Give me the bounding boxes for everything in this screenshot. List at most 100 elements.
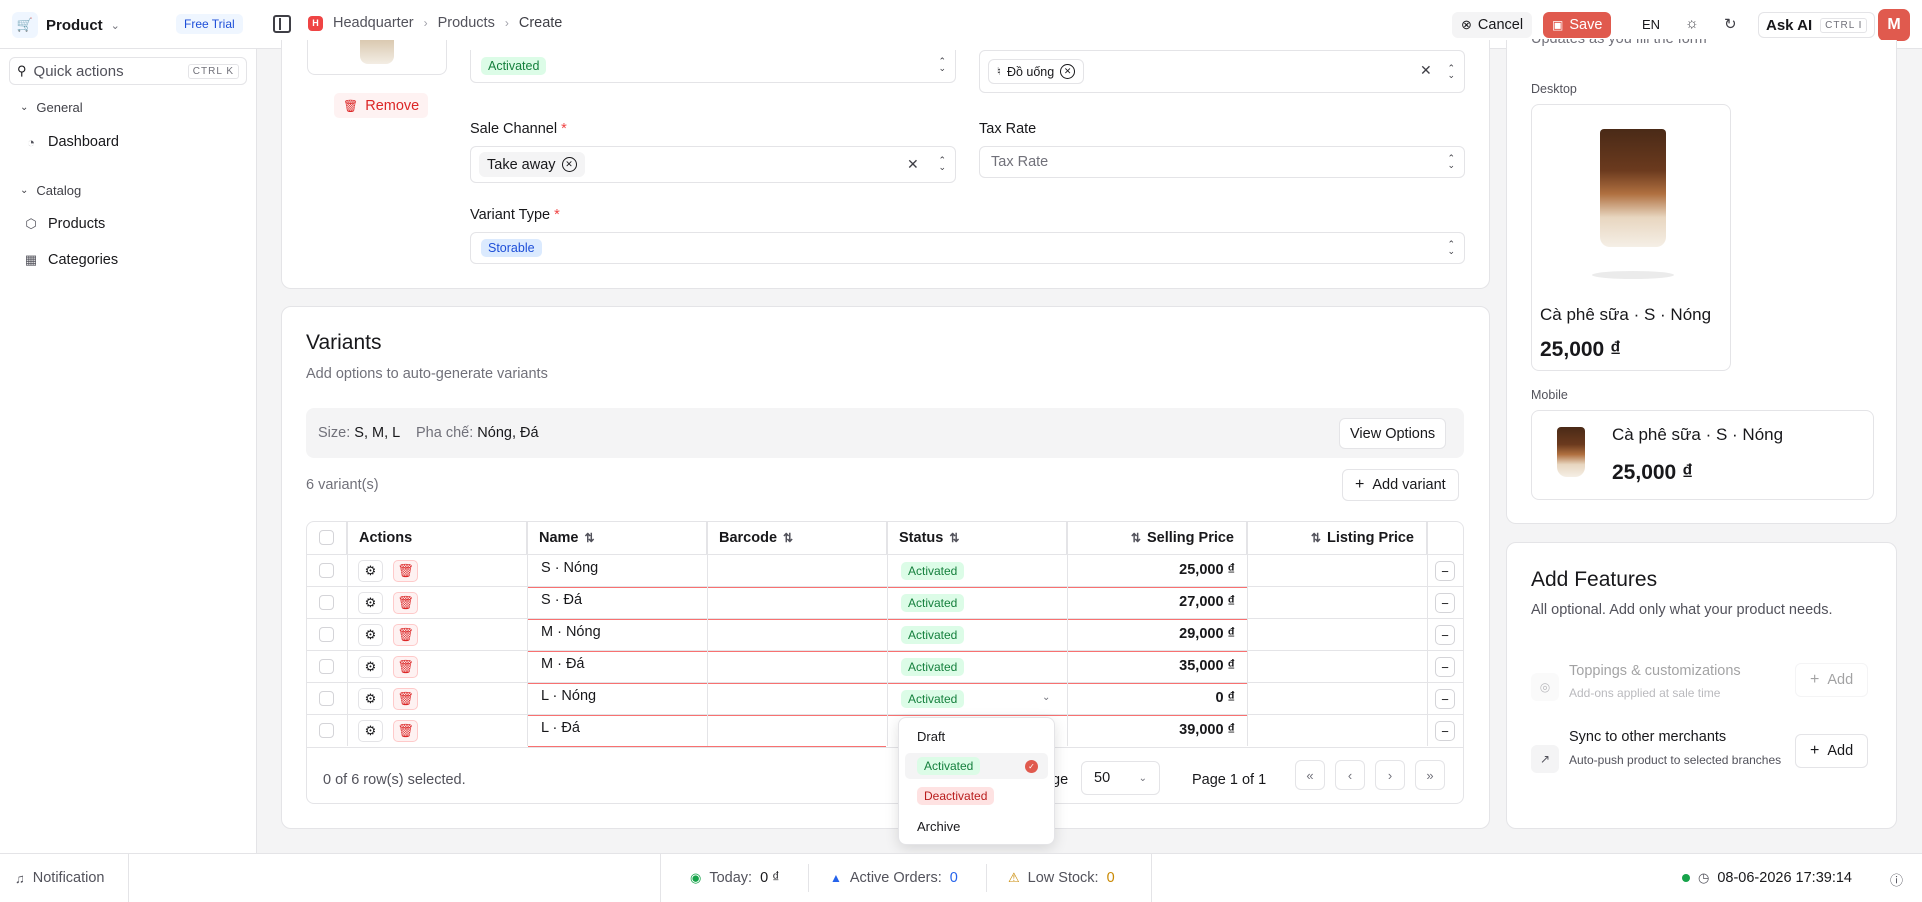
status-option-archive[interactable]: Archive	[905, 813, 1048, 839]
refresh-icon[interactable]: ↻	[1724, 15, 1737, 33]
trash-icon[interactable]: 🗑	[393, 720, 418, 742]
variant-type-select[interactable]: Storable ⌃ ⌄	[470, 232, 1465, 264]
row-checkbox[interactable]	[319, 627, 334, 642]
clock: ◷ 08-06-2026 17:39:14	[1682, 870, 1852, 886]
remove-chip-icon[interactable]: ✕	[1060, 64, 1076, 79]
notification-button[interactable]: ♫ Notification	[15, 870, 104, 886]
add-toppings-button[interactable]: + Add	[1795, 663, 1869, 697]
sidebar-item-label: Dashboard	[48, 134, 119, 150]
quick-actions-search[interactable]: ⚲ Quick actions CTRL K	[9, 57, 247, 85]
ask-ai-button[interactable]: Ask AI CTRL I	[1758, 12, 1876, 38]
status-badge[interactable]: Activated	[901, 562, 965, 580]
app-switcher[interactable]: 🛒 Product ⌄	[12, 12, 120, 38]
sale-channel-label: Sale Channel *	[470, 121, 567, 137]
language-switcher[interactable]: EN	[1642, 17, 1660, 32]
variant-name[interactable]: M · Nóng	[541, 624, 601, 640]
last-page-button[interactable]: »	[1415, 760, 1445, 790]
status-option-draft[interactable]: Draft	[905, 723, 1048, 749]
sidebar-item-products[interactable]: ⬡ Products	[24, 216, 105, 232]
selling-price[interactable]: 25,000 ₫	[1085, 562, 1235, 578]
selling-price[interactable]: 29,000 ₫	[1085, 626, 1235, 642]
gear-icon[interactable]: ⚙	[358, 688, 383, 710]
trash-icon[interactable]: 🗑	[393, 592, 418, 614]
status-option-deactivated[interactable]: Deactivated	[905, 783, 1048, 809]
status-select[interactable]: Activated ⌃ ⌄	[470, 50, 956, 83]
toppings-icon: ◎	[1531, 673, 1559, 701]
breadcrumb-products[interactable]: Products	[438, 15, 495, 31]
trash-icon[interactable]: 🗑	[393, 560, 418, 582]
sidebar-toggle-icon[interactable]	[273, 15, 291, 33]
row-checkbox[interactable]	[319, 691, 334, 706]
trash-icon[interactable]: 🗑	[393, 688, 418, 710]
view-options-button[interactable]: View Options	[1339, 418, 1447, 449]
gear-icon[interactable]: ⚙	[358, 624, 383, 646]
selling-price[interactable]: 35,000 ₫	[1085, 658, 1235, 674]
sidebar-group-general[interactable]: ⌄ General	[20, 100, 83, 115]
column-divider	[1427, 522, 1428, 746]
first-page-button[interactable]: «	[1295, 760, 1325, 790]
status-option-activated[interactable]: Activated ✓	[905, 753, 1048, 779]
gear-icon[interactable]: ⚙	[358, 656, 383, 678]
add-sync-button[interactable]: + Add	[1795, 734, 1869, 768]
row-checkbox[interactable]	[319, 659, 334, 674]
variant-name[interactable]: L · Đá	[541, 720, 580, 736]
remove-row-icon[interactable]: −	[1435, 657, 1455, 677]
row-checkbox[interactable]	[319, 563, 334, 578]
prev-page-button[interactable]: ‹	[1335, 760, 1365, 790]
basket-icon: ▲	[830, 871, 842, 885]
variant-name[interactable]: M · Đá	[541, 656, 585, 672]
column-selling-price[interactable]: ⇅ Selling Price	[1067, 522, 1247, 554]
save-button[interactable]: ▣ Save	[1543, 12, 1612, 38]
selling-price[interactable]: 27,000 ₫	[1085, 594, 1235, 610]
status-badge[interactable]: Activated	[901, 626, 965, 644]
status-badge[interactable]: Activated	[901, 658, 965, 676]
row-checkbox[interactable]	[319, 723, 334, 738]
avatar[interactable]: M	[1878, 9, 1910, 41]
divider	[660, 854, 661, 902]
trash-icon[interactable]: 🗑	[393, 656, 418, 678]
cancel-button[interactable]: ⊗ Cancel	[1452, 12, 1533, 38]
remove-row-icon[interactable]: −	[1435, 625, 1455, 645]
selling-price[interactable]: 39,000 ₫	[1085, 722, 1235, 738]
variant-name[interactable]: S · Nóng	[541, 560, 598, 576]
add-variant-button[interactable]: + Add variant	[1342, 469, 1459, 501]
tax-rate-select[interactable]: Tax Rate ⌃ ⌄	[979, 146, 1465, 178]
variant-name[interactable]: S · Đá	[541, 592, 582, 608]
remove-row-icon[interactable]: −	[1435, 689, 1455, 709]
selling-price[interactable]: 0 ₫	[1085, 690, 1235, 706]
remove-row-icon[interactable]: −	[1435, 561, 1455, 581]
category-select[interactable]: ♮ Đồ uống ✕ ✕ ⌃ ⌄	[979, 50, 1465, 93]
column-barcode[interactable]: Barcode ⇅	[707, 522, 887, 554]
gear-icon[interactable]: ⚙	[358, 720, 383, 742]
sale-channel-select[interactable]: Take away ✕ ✕ ⌃ ⌄	[470, 146, 956, 183]
remove-image-button[interactable]: 🗑 Remove	[334, 93, 429, 118]
chevron-down-icon[interactable]: ⌄	[1042, 692, 1050, 703]
sidebar-group-catalog[interactable]: ⌄ Catalog	[20, 183, 81, 198]
clear-icon[interactable]: ✕	[907, 156, 919, 173]
column-status[interactable]: Status ⇅	[887, 522, 1067, 554]
breadcrumb-headquarter[interactable]: Headquarter	[333, 15, 414, 31]
remove-row-icon[interactable]: −	[1435, 721, 1455, 741]
page-size-select[interactable]: 50 ⌄	[1081, 761, 1160, 795]
plan-badge[interactable]: Free Trial	[176, 14, 243, 34]
column-divider	[1067, 522, 1068, 746]
select-all-checkbox[interactable]	[319, 530, 334, 545]
gear-icon[interactable]: ⚙	[358, 592, 383, 614]
next-page-button[interactable]: ›	[1375, 760, 1405, 790]
status-badge[interactable]: Activated	[901, 594, 965, 612]
gear-icon[interactable]: ⚙	[358, 560, 383, 582]
column-listing-price[interactable]: ⇅ Listing Price	[1247, 522, 1427, 554]
trash-icon[interactable]: 🗑	[393, 624, 418, 646]
clear-icon[interactable]: ✕	[1420, 62, 1432, 79]
status-badge[interactable]: Activated	[901, 690, 965, 708]
sun-icon[interactable]: ☼	[1685, 15, 1699, 32]
variant-name[interactable]: L · Nóng	[541, 688, 596, 704]
remove-row-icon[interactable]: −	[1435, 593, 1455, 613]
row-checkbox[interactable]	[319, 595, 334, 610]
sidebar-item-dashboard[interactable]: ◔ Dashboard	[24, 134, 119, 150]
column-name[interactable]: Name ⇅	[527, 522, 707, 554]
header-divider	[307, 554, 1463, 555]
sidebar-item-categories[interactable]: ▦ Categories	[24, 252, 118, 268]
remove-chip-icon[interactable]: ✕	[561, 157, 577, 172]
help-icon[interactable]: ⓘ	[1890, 870, 1903, 889]
